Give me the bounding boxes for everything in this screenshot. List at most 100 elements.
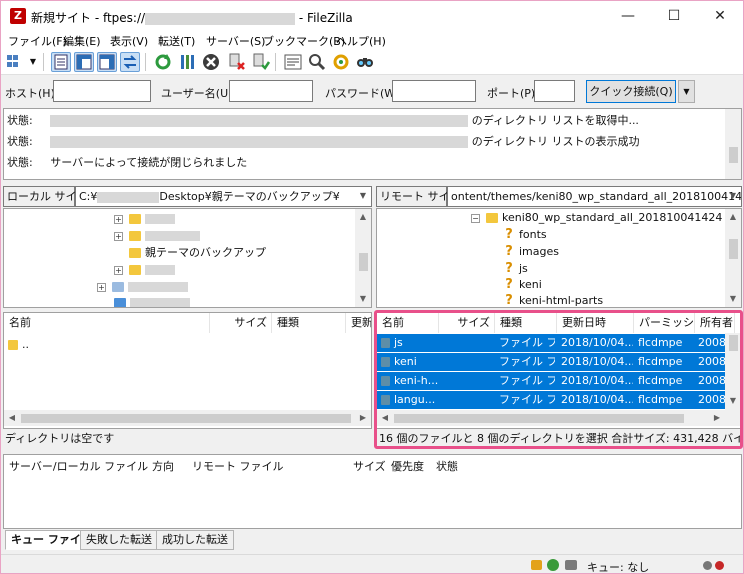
password-input[interactable] bbox=[392, 80, 476, 102]
remote-list-scroll-thumb[interactable] bbox=[729, 335, 738, 351]
compare-directories-icon[interactable] bbox=[307, 52, 327, 72]
toggle-remote-tree-icon[interactable] bbox=[97, 52, 117, 72]
tree-item[interactable]: + bbox=[97, 279, 188, 295]
menu-file[interactable]: ファイル(F) bbox=[8, 33, 67, 49]
queue-column-file[interactable]: サーバー/ローカル ファイル bbox=[9, 458, 148, 474]
file-row[interactable]: keni-h... ファイル フ... 2018/10/04... flcdmp… bbox=[377, 372, 728, 390]
menu-edit[interactable]: 編集(E) bbox=[63, 33, 101, 49]
synchronized-browsing-icon[interactable] bbox=[331, 52, 351, 72]
column-name[interactable]: 名前 bbox=[4, 313, 210, 333]
column-modified[interactable]: 更新日時 bbox=[557, 313, 634, 333]
tab-successful-transfers[interactable]: 成功した転送 bbox=[156, 530, 234, 550]
remote-path-dropdown-icon[interactable]: ▼ bbox=[725, 186, 741, 207]
file-row[interactable]: js ファイル フ... 2018/10/04... flcdmpe 20089 bbox=[377, 334, 728, 352]
scroll-up-icon[interactable]: ▲ bbox=[725, 209, 741, 225]
column-size[interactable]: サイズ bbox=[210, 313, 272, 333]
site-manager-dropdown-icon[interactable]: ▼ bbox=[27, 52, 39, 72]
menu-help[interactable]: ヘルプ(H) bbox=[336, 33, 386, 49]
tree-item[interactable]: + bbox=[114, 211, 175, 227]
remote-horizontal-scrollbar[interactable]: ◀ ▶ bbox=[377, 410, 741, 426]
tree-item-selected[interactable]: 親テーマのバックアップ bbox=[129, 245, 266, 261]
scroll-left-icon[interactable]: ◀ bbox=[377, 410, 393, 426]
column-name[interactable]: 名前 bbox=[377, 313, 439, 333]
expand-icon[interactable]: + bbox=[114, 265, 123, 275]
remote-tree-scrollbar[interactable]: ▲ ▼ bbox=[725, 209, 741, 307]
directory-listing-filters-icon[interactable] bbox=[283, 52, 303, 72]
remote-horizontal-thumb[interactable] bbox=[394, 414, 684, 423]
column-permissions[interactable]: パーミッシ bbox=[634, 313, 695, 333]
scroll-right-icon[interactable]: ▶ bbox=[355, 410, 371, 426]
remote-list-scrollbar[interactable]: ▼ bbox=[725, 333, 741, 410]
local-tree-scroll-thumb[interactable] bbox=[359, 253, 368, 271]
username-input[interactable] bbox=[229, 80, 313, 102]
toggle-local-tree-icon[interactable] bbox=[74, 52, 94, 72]
expand-icon[interactable]: + bbox=[97, 282, 106, 292]
local-path-input[interactable]: C:¥ Desktop¥親テーマのバックアップ¥ bbox=[75, 186, 372, 207]
lock-icon bbox=[531, 560, 542, 570]
site-manager-icon[interactable] bbox=[5, 52, 25, 72]
file-permissions: flcdmpe bbox=[638, 336, 683, 349]
menu-bookmarks[interactable]: ブックマーク(B) bbox=[263, 33, 345, 49]
log-scrollbar[interactable] bbox=[725, 109, 741, 179]
queue-column-remote-file[interactable]: リモート ファイル bbox=[192, 458, 284, 474]
tree-item[interactable]: ? keni-html-parts bbox=[503, 293, 603, 307]
tree-item[interactable]: ? js bbox=[503, 261, 528, 277]
scroll-down-icon[interactable]: ▼ bbox=[355, 291, 371, 307]
remote-path-input[interactable]: ontent/themes/keni80_wp_standard_all_201… bbox=[447, 186, 742, 207]
quickconnect-button[interactable]: クイック接続(Q) bbox=[586, 80, 676, 103]
column-modified[interactable]: 更新 bbox=[346, 313, 371, 333]
column-owner[interactable]: 所有者 bbox=[695, 313, 735, 333]
menu-view[interactable]: 表示(V) bbox=[110, 33, 148, 49]
host-input[interactable] bbox=[53, 80, 151, 102]
tree-item[interactable]: ? images bbox=[503, 244, 559, 260]
tree-item[interactable] bbox=[114, 295, 190, 307]
process-queue-icon[interactable] bbox=[177, 52, 197, 72]
tree-item[interactable]: − keni80_wp_standard_all_201810041424 bbox=[471, 210, 722, 226]
tree-item[interactable]: ? fonts bbox=[503, 227, 546, 243]
close-button[interactable]: ✕ bbox=[697, 1, 743, 31]
tree-item[interactable]: ? keni bbox=[503, 277, 542, 293]
scroll-up-icon[interactable]: ▲ bbox=[355, 209, 371, 225]
queue-column-size[interactable]: サイズ bbox=[353, 458, 386, 474]
refresh-icon[interactable] bbox=[153, 52, 173, 72]
tree-item[interactable]: + bbox=[114, 228, 200, 244]
file-row[interactable]: keni ファイル フ... 2018/10/04... flcdmpe 200… bbox=[377, 353, 728, 371]
log-scroll-thumb[interactable] bbox=[729, 147, 738, 163]
local-horizontal-thumb[interactable] bbox=[21, 414, 351, 423]
toggle-queue-icon[interactable] bbox=[120, 52, 140, 72]
collapse-icon[interactable]: − bbox=[471, 213, 480, 223]
scroll-left-icon[interactable]: ◀ bbox=[4, 410, 20, 426]
quickconnect-history-dropdown[interactable]: ▼ bbox=[678, 80, 695, 103]
reconnect-icon[interactable] bbox=[251, 52, 271, 72]
queue-column-direction[interactable]: 方向 bbox=[152, 458, 174, 474]
expand-icon[interactable]: + bbox=[114, 214, 123, 224]
queue-column-status[interactable]: 状態 bbox=[436, 458, 458, 474]
column-type[interactable]: 種類 bbox=[495, 313, 557, 333]
redacted-folder-name bbox=[130, 298, 190, 307]
menu-server[interactable]: サーバー(S) bbox=[206, 33, 265, 49]
port-input[interactable] bbox=[534, 80, 575, 102]
scroll-down-icon[interactable]: ▼ bbox=[725, 393, 741, 409]
disconnect-icon[interactable] bbox=[227, 52, 247, 72]
search-remote-files-icon[interactable] bbox=[355, 52, 375, 72]
tab-failed-transfers[interactable]: 失敗した転送 bbox=[80, 530, 158, 550]
file-row[interactable]: langu... ファイル フ... 2018/10/04... flcdmpe… bbox=[377, 391, 728, 409]
expand-icon[interactable]: + bbox=[114, 231, 123, 241]
column-type[interactable]: 種類 bbox=[272, 313, 346, 333]
local-tree-scrollbar[interactable]: ▲ ▼ bbox=[355, 209, 371, 307]
local-horizontal-scrollbar[interactable]: ◀ ▶ bbox=[4, 410, 371, 426]
folder-icon bbox=[129, 265, 141, 275]
scroll-right-icon[interactable]: ▶ bbox=[709, 410, 725, 426]
maximize-button[interactable]: ☐ bbox=[651, 1, 697, 31]
tree-item[interactable]: + bbox=[114, 262, 175, 278]
file-row[interactable]: .. bbox=[8, 336, 29, 354]
menu-transfer[interactable]: 転送(T) bbox=[158, 33, 195, 49]
toggle-log-icon[interactable] bbox=[51, 52, 71, 72]
minimize-button[interactable]: — bbox=[605, 1, 651, 31]
scroll-down-icon[interactable]: ▼ bbox=[725, 291, 741, 307]
column-size[interactable]: サイズ bbox=[439, 313, 495, 333]
cancel-operation-icon[interactable] bbox=[201, 52, 221, 72]
queue-column-priority[interactable]: 優先度 bbox=[391, 458, 424, 474]
local-path-dropdown-icon[interactable]: ▼ bbox=[355, 186, 371, 207]
remote-tree-scroll-thumb[interactable] bbox=[729, 239, 738, 259]
